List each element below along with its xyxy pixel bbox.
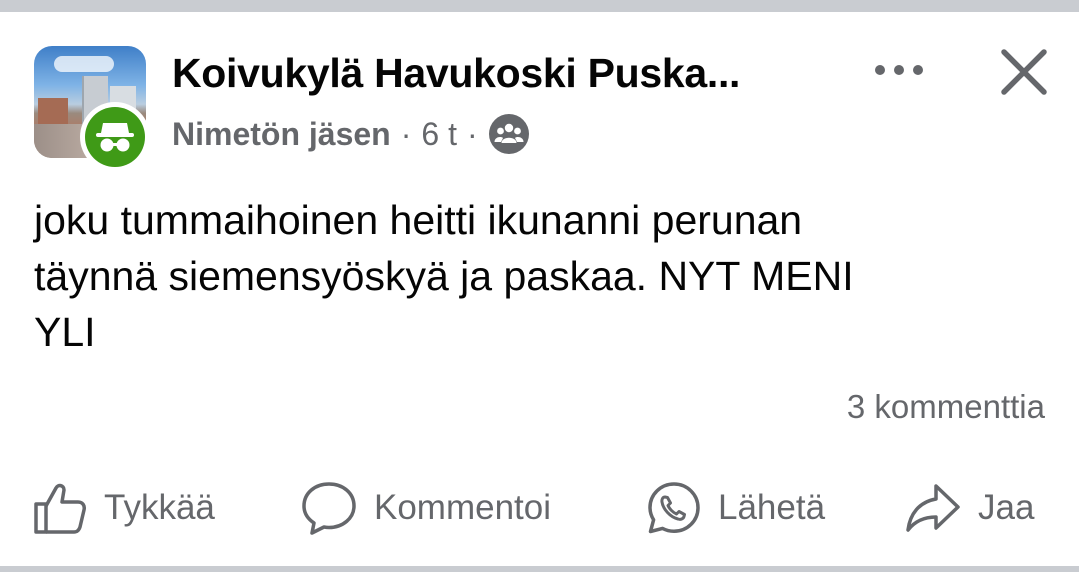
- anonymous-badge: [80, 102, 150, 172]
- action-bar: Tykkää Kommentoi Lähetä Jaa: [0, 476, 1079, 540]
- bottom-divider: [0, 566, 1079, 572]
- meta-separator: ·: [400, 115, 412, 152]
- group-audience-icon[interactable]: [488, 113, 530, 155]
- like-label: Tykkää: [104, 488, 215, 527]
- comment-button[interactable]: Kommentoi: [300, 476, 551, 540]
- top-divider: [0, 0, 1079, 12]
- group-avatar[interactable]: [34, 46, 150, 172]
- anonymous-member-icon: [96, 123, 134, 152]
- post-card: Koivukylä Havukoski Puska... Nimetön jäs…: [0, 0, 1079, 572]
- comments-count[interactable]: 3 kommenttia: [847, 388, 1045, 426]
- post-text: joku tummaihoinen heitti ikunanni peruna…: [34, 197, 854, 355]
- comment-bubble-icon: [302, 482, 356, 535]
- group-name[interactable]: Koivukylä Havukoski Puska...: [172, 50, 822, 97]
- post-meta: Nimetön jäsen · 6 t ·: [172, 114, 530, 154]
- send-button[interactable]: Lähetä: [646, 476, 825, 540]
- share-label: Jaa: [978, 488, 1035, 527]
- close-button[interactable]: [994, 42, 1054, 102]
- post-time[interactable]: 6 t: [421, 116, 457, 153]
- meta-separator: ·: [466, 115, 478, 152]
- like-button[interactable]: Tykkää: [32, 476, 215, 540]
- thumbs-up-icon: [34, 483, 86, 534]
- more-options-button[interactable]: [866, 48, 932, 92]
- share-button[interactable]: Jaa: [904, 476, 1034, 540]
- close-icon: [1001, 49, 1047, 95]
- messenger-whatsapp-icon: [648, 482, 700, 534]
- post-author[interactable]: Nimetön jäsen: [172, 116, 391, 153]
- comment-label: Kommentoi: [374, 488, 552, 527]
- share-arrow-icon: [906, 484, 960, 532]
- more-horizontal-icon: [875, 65, 923, 75]
- send-label: Lähetä: [718, 488, 826, 527]
